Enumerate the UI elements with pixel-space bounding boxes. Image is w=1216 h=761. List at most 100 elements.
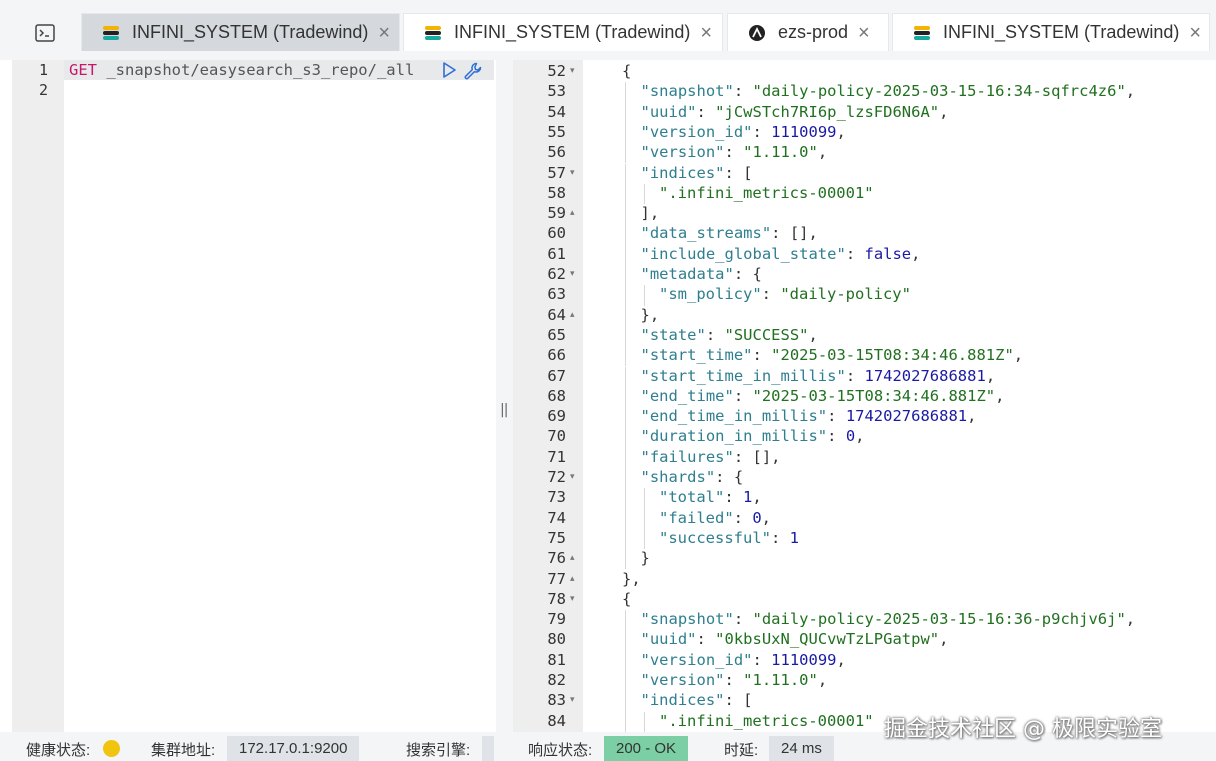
response-line: 63 "sm_policy": "daily-policy" <box>513 285 1216 306</box>
code-text: "version": "1.11.0", <box>641 143 828 161</box>
json-punct: : <box>752 346 772 365</box>
json-key: "uuid" <box>640 102 697 121</box>
indent-guide <box>625 386 626 408</box>
json-value: 1742027686881 <box>864 366 986 385</box>
indent-guide <box>625 549 626 570</box>
json-punct: { <box>622 62 632 80</box>
wrench-icon[interactable] <box>462 60 484 82</box>
indent-guide <box>643 285 645 306</box>
response-line: 74 "failed": 0, <box>513 508 1216 529</box>
console-icon[interactable] <box>14 14 76 52</box>
code-text: "version_id": 1110099, <box>641 651 846 669</box>
fold-collapse-icon[interactable]: ▾ <box>570 593 575 604</box>
panel-divider[interactable] <box>496 60 513 732</box>
line-number: 80 <box>547 630 566 649</box>
code-text: "duration_in_millis": 0, <box>641 427 865 445</box>
response-line: 59 ▴], <box>513 204 1216 225</box>
close-icon[interactable]: × <box>378 23 390 43</box>
json-value: 1742027686881 <box>845 407 968 426</box>
tab-infini-system-3[interactable]: INFINI_SYSTEM (Tradewind) × <box>892 13 1210 51</box>
response-line: 58 ".infini_metrics-00001" <box>513 183 1216 205</box>
indent-guide <box>625 163 626 184</box>
code-text: "total": 1, <box>659 488 762 506</box>
json-value: 1 <box>743 488 753 507</box>
tab-label: INFINI_SYSTEM (Tradewind) <box>943 22 1180 42</box>
code-text: ".infini_metrics-00001" <box>659 184 874 202</box>
fold-collapse-icon[interactable]: ▾ <box>570 167 575 178</box>
fold-collapse-icon[interactable]: ▾ <box>570 65 575 76</box>
indent-guide <box>625 528 626 550</box>
tab-bar: INFINI_SYSTEM (Tradewind) × INFINI_SYSTE… <box>0 0 1216 60</box>
indent-guide <box>643 508 645 529</box>
json-punct: }, <box>622 569 641 588</box>
code-text: "data_streams": [], <box>641 224 818 242</box>
fold-expand-icon[interactable]: ▴ <box>570 207 575 218</box>
line-number: 1 <box>38 61 48 79</box>
json-punct: , <box>985 366 996 385</box>
json-key: "state" <box>640 325 706 344</box>
json-key: "duration_in_millis" <box>640 427 828 446</box>
json-string: "jCwSTch7RI6p_lzsFD6N6A" <box>715 102 940 121</box>
response-line: 52 ▾ { <box>513 62 1216 82</box>
line-number: 55 <box>547 122 566 141</box>
tab-infini-system-1[interactable]: INFINI_SYSTEM (Tradewind) × <box>81 13 400 51</box>
json-value: 1110099 <box>771 122 837 141</box>
response-line: 70 "duration_in_millis": 0, <box>513 427 1216 448</box>
fold-collapse-icon[interactable]: ▾ <box>570 268 575 279</box>
indent-guide <box>643 183 645 205</box>
indent-guide <box>625 102 626 123</box>
indent-guide <box>625 82 626 103</box>
cluster-label: 集群地址: <box>151 742 216 759</box>
response-line: 71 "failures": [], <box>513 447 1216 468</box>
indent-guide <box>625 468 626 489</box>
fold-expand-icon[interactable]: ▴ <box>570 309 575 320</box>
resize-handle[interactable]: || <box>500 402 509 418</box>
tab-ezs-prod[interactable]: ezs-prod × <box>727 13 889 51</box>
response-line: 78 ▾ { <box>513 590 1216 610</box>
code-text: "indices": [ <box>641 691 753 709</box>
code-text: "version": "1.11.0", <box>641 671 828 689</box>
request-path: _snapshot/easysearch_s3_repo/_all <box>97 61 415 79</box>
json-key: "failed" <box>659 508 734 527</box>
json-key: "version_id" <box>640 122 753 141</box>
easysearch-logo-icon <box>103 25 119 40</box>
json-punct: : <box>724 671 744 689</box>
close-icon[interactable]: × <box>700 23 712 43</box>
json-punct: : [ <box>724 691 753 710</box>
fold-collapse-icon[interactable]: ▾ <box>570 471 575 482</box>
tab-infini-system-2[interactable]: INFINI_SYSTEM (Tradewind) × <box>403 13 723 51</box>
tab-label: ezs-prod <box>778 22 849 42</box>
response-line: 56 "version": "1.11.0", <box>513 143 1216 164</box>
json-punct: , <box>808 325 818 344</box>
close-icon[interactable]: × <box>1189 23 1201 43</box>
fold-collapse-icon[interactable]: ▾ <box>570 694 575 705</box>
response-line: 73 "total": 1, <box>513 488 1216 509</box>
indent-guide <box>643 488 645 509</box>
line-number: 62 <box>547 265 566 283</box>
watermark: 掘金技术社区 @ 极限实验室 <box>884 717 1162 742</box>
indent-guide <box>625 488 626 509</box>
json-punct: : <box>761 285 781 304</box>
close-icon[interactable]: × <box>858 23 870 43</box>
json-key: "data_streams" <box>640 224 772 243</box>
latency-value: 24 ms <box>769 736 834 761</box>
json-key: "version" <box>640 143 725 162</box>
health-status-dot <box>103 740 120 757</box>
line-number: 81 <box>547 650 566 669</box>
json-string: ".infini_metrics-00001" <box>659 711 874 730</box>
request-editor[interactable]: 1 2 GET _snapshot/easysearch_s3_repo/_al… <box>12 60 496 732</box>
fold-expand-icon[interactable]: ▴ <box>570 573 575 584</box>
json-punct: } <box>640 549 650 568</box>
response-line: 53 "snapshot": "daily-policy-2025-03-15-1… <box>513 82 1216 103</box>
indent-guide <box>625 346 626 367</box>
play-icon[interactable] <box>440 61 458 79</box>
line-number: 54 <box>547 102 566 121</box>
fold-expand-icon[interactable]: ▴ <box>570 552 575 563</box>
response-line: 79 "snapshot": "daily-policy-2025-03-15-1… <box>513 610 1216 631</box>
request-line[interactable]: GET _snapshot/easysearch_s3_repo/_all <box>69 61 414 79</box>
json-punct: : <box>752 122 772 141</box>
indent-guide <box>625 691 626 712</box>
json-value: 0 <box>752 508 762 527</box>
json-punct: , <box>939 630 949 649</box>
json-key: "failures" <box>640 447 734 466</box>
